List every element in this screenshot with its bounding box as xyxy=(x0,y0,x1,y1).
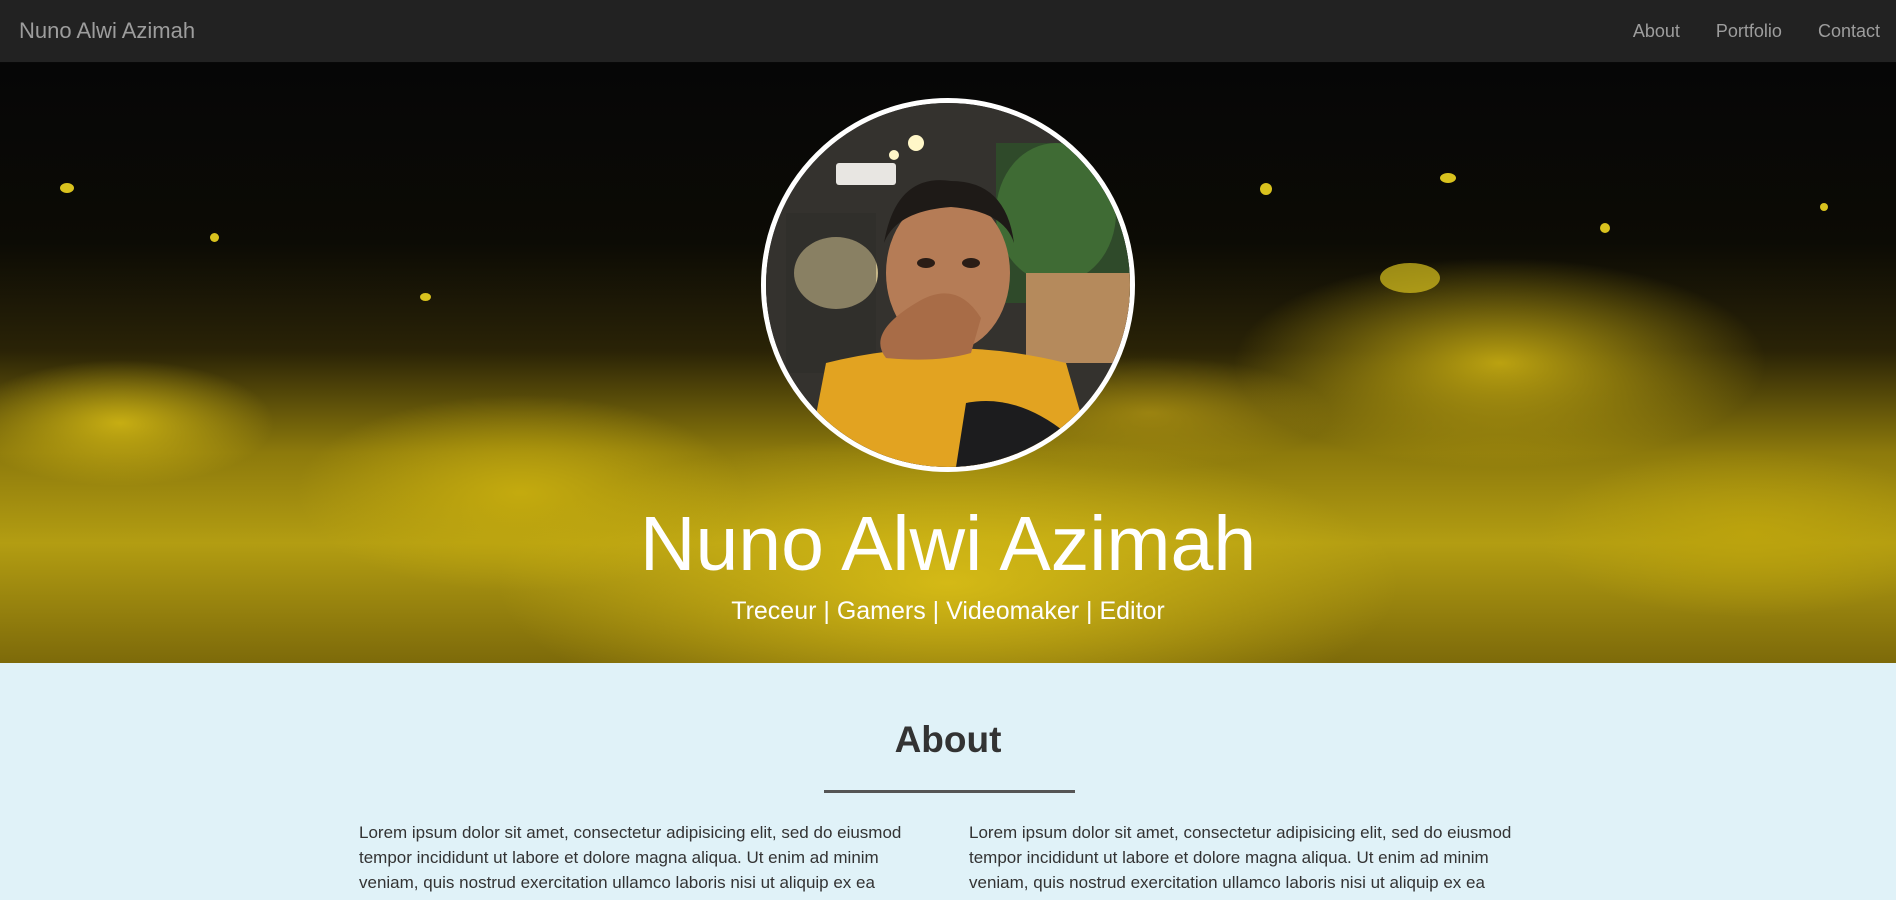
nav-link-portfolio[interactable]: Portfolio xyxy=(1698,21,1800,42)
profile-photo xyxy=(761,98,1135,472)
about-title: About xyxy=(894,719,1002,760)
paint-splat xyxy=(1820,203,1828,211)
top-navbar: Nuno Alwi Azimah About Portfolio Contact xyxy=(0,0,1896,63)
about-section: About Lorem ipsum dolor sit amet, consec… xyxy=(0,663,1896,900)
about-paragraph-right: Lorem ipsum dolor sit amet, consectetur … xyxy=(969,823,1512,892)
paint-splat xyxy=(210,233,219,242)
nav-link-contact[interactable]: Contact xyxy=(1800,21,1896,42)
paint-splat xyxy=(1440,173,1456,183)
about-divider xyxy=(824,790,1075,793)
navbar-brand[interactable]: Nuno Alwi Azimah xyxy=(19,18,195,44)
hero-tagline: Treceur | Gamers | Videomaker | Editor xyxy=(731,597,1165,625)
paint-splat xyxy=(1600,223,1610,233)
nav-links: About Portfolio Contact xyxy=(1615,0,1896,62)
hero-banner: Nuno Alwi Azimah Treceur | Gamers | Vide… xyxy=(0,63,1896,663)
paint-splat xyxy=(60,183,74,193)
paint-splat xyxy=(1260,183,1272,195)
hero-name: Nuno Alwi Azimah xyxy=(639,501,1257,587)
nav-link-about[interactable]: About xyxy=(1615,21,1698,42)
about-paragraph-left: Lorem ipsum dolor sit amet, consectetur … xyxy=(359,823,902,892)
paint-splat xyxy=(420,293,431,301)
paint-splat xyxy=(1380,263,1440,293)
profile-photo-illustration xyxy=(766,103,1130,467)
